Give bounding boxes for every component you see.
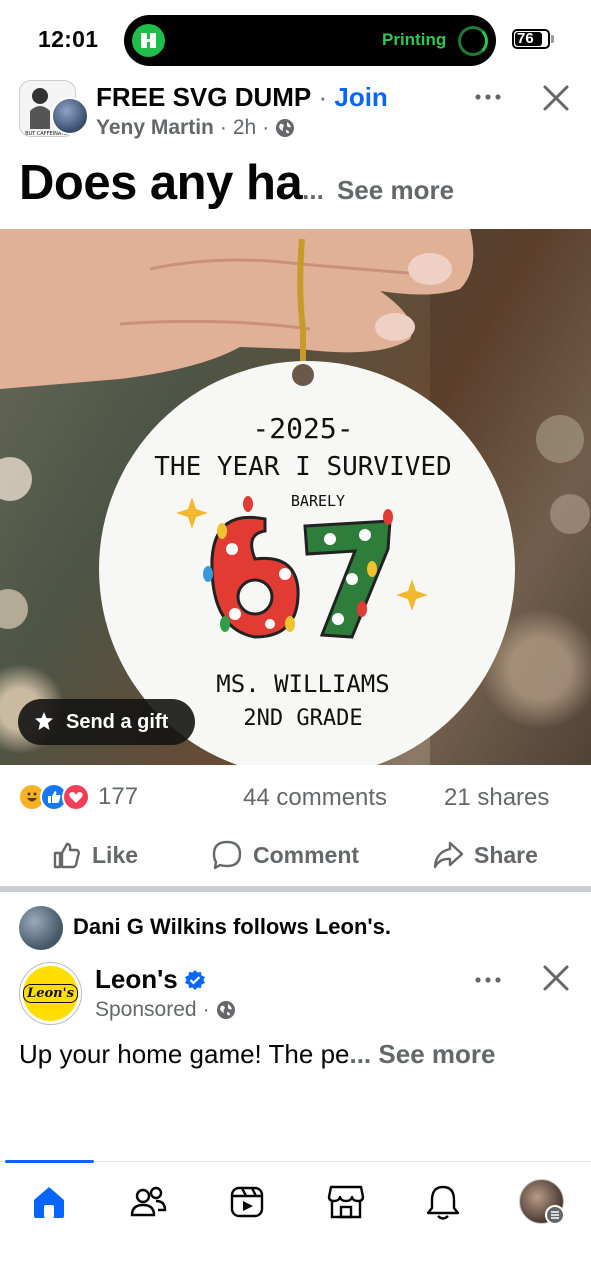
post-time[interactable]: 2h	[233, 116, 256, 140]
follower-avatar[interactable]	[19, 906, 63, 950]
join-button[interactable]: Join	[334, 82, 387, 112]
friends-icon[interactable]	[126, 1180, 170, 1224]
comment-icon	[212, 840, 242, 870]
progress-ring-icon	[458, 26, 488, 56]
active-tab-indicator	[5, 1160, 94, 1163]
author-avatar[interactable]	[51, 97, 89, 135]
ad-more-options-button[interactable]	[470, 965, 506, 995]
post-divider	[0, 886, 591, 892]
post-image[interactable]: -2025- THE YEAR I SURVIVED BARELY MS. WI…	[0, 229, 591, 765]
page-name[interactable]: Leon's	[95, 964, 178, 995]
verified-badge-icon	[184, 969, 205, 990]
reaction-count: 177	[98, 783, 139, 810]
notifications-icon[interactable]	[421, 1180, 465, 1224]
see-more-link[interactable]: See more	[337, 175, 454, 205]
gift-icon	[35, 712, 53, 730]
leons-logo[interactable]: Leon's	[19, 962, 82, 1025]
shares-count[interactable]: 21 shares	[444, 784, 549, 812]
ornament-name: MS. WILLIAMS	[216, 670, 389, 698]
globe-icon	[216, 1001, 235, 1019]
more-options-button[interactable]	[470, 82, 506, 112]
author-name[interactable]: Yeny Martin	[96, 116, 214, 140]
video-icon[interactable]	[225, 1180, 269, 1224]
share-icon	[433, 841, 464, 869]
battery-level: 76	[517, 30, 534, 47]
ad-text: Up your home game! The pe... See more	[19, 1039, 496, 1069]
page-name-row: Leon's	[95, 964, 206, 995]
ornament-grade: 2ND GRADE	[243, 706, 362, 731]
globe-icon	[276, 119, 295, 137]
print-app-icon	[132, 24, 165, 57]
ad-close-icon[interactable]	[540, 962, 572, 994]
ornament-year: -2025-	[252, 412, 353, 445]
ornament-barely: BARELY	[291, 492, 345, 510]
follow-activity-text[interactable]: Dani G Wilkins follows Leon's.	[73, 914, 391, 940]
ornament-line1: THE YEAR I SURVIVED	[154, 452, 451, 482]
island-activity-label: Printing	[382, 30, 447, 49]
menu-badge-icon	[545, 1205, 565, 1225]
share-button[interactable]: Share	[432, 837, 538, 873]
send-gift-button[interactable]: Send a gift	[18, 699, 195, 745]
status-time: 12:01	[38, 26, 99, 52]
status-bar: 12:01 Printing 76	[0, 0, 591, 80]
ad-see-more-link[interactable]: See more	[378, 1039, 495, 1069]
close-icon[interactable]	[540, 82, 572, 114]
marketplace-icon[interactable]	[324, 1180, 368, 1224]
group-name-row: FREE SVG DUMP · Join	[96, 82, 388, 112]
dynamic-island[interactable]: Printing	[124, 15, 496, 66]
post-title: Does any ha... See more	[19, 156, 455, 210]
sponsored-label-row: Sponsored ·	[95, 998, 236, 1022]
comment-button[interactable]: Comment	[211, 837, 359, 873]
love-reaction-icon	[62, 783, 90, 811]
home-icon[interactable]	[27, 1180, 71, 1224]
comments-count[interactable]: 44 comments	[243, 784, 387, 812]
like-button[interactable]: Like	[52, 837, 138, 873]
group-name-link[interactable]: FREE SVG DUMP	[96, 82, 311, 112]
post-meta: Yeny Martin · 2h ·	[96, 116, 295, 140]
reactions-summary[interactable]: 177	[18, 783, 138, 811]
sponsored-label[interactable]: Sponsored	[95, 998, 197, 1022]
battery-icon: 76	[512, 29, 550, 49]
send-gift-label: Send a gift	[66, 710, 169, 733]
thumbs-up-icon	[53, 842, 80, 869]
